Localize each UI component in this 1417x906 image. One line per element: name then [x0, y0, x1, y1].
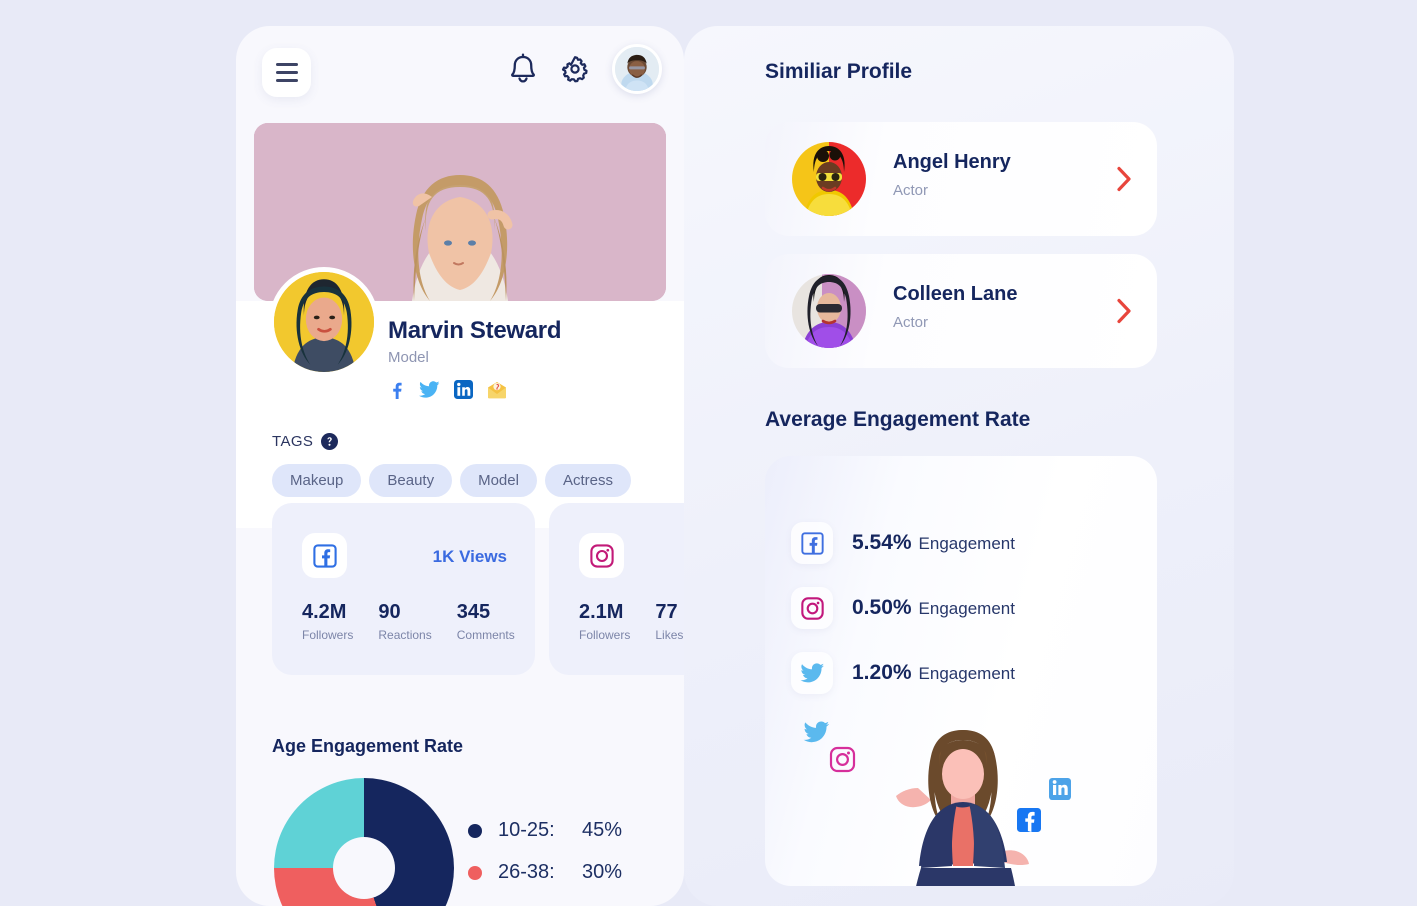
- metric-value: 77: [655, 601, 678, 623]
- engagement-label: Engagement: [918, 534, 1015, 553]
- metric-item: 77 Likes: [655, 601, 683, 642]
- legend-color-dot: [468, 865, 482, 880]
- hamburger-menu-icon: [275, 71, 298, 74]
- metric-value: 2.1M: [579, 601, 624, 623]
- engagement-percent: 1.20%: [852, 661, 912, 684]
- metric-value: 90: [378, 601, 401, 623]
- engagement-percent: 5.54%: [852, 531, 912, 554]
- metric-item: 345 Comments: [457, 601, 515, 642]
- similar-profile-avatar: [792, 142, 866, 216]
- tags-list: Makeup Beauty Model Actress: [272, 464, 631, 497]
- twitter-icon[interactable]: [419, 380, 440, 399]
- facebook-icon[interactable]: [386, 380, 405, 399]
- engagement-row-twitter[interactable]: 1.20% Engagement: [791, 652, 1015, 694]
- engagement-label: Engagement: [918, 664, 1015, 683]
- legend-value: 30%: [582, 861, 623, 883]
- engagement-percent: 0.50%: [852, 596, 912, 619]
- tag-chip[interactable]: Model: [460, 464, 537, 497]
- metric-label: Likes: [655, 628, 684, 642]
- metric-label: Followers: [579, 628, 631, 642]
- profile-info-section: Marvin Steward Model TAGS Makeup Beauty …: [236, 267, 684, 528]
- instagram-square-icon: [579, 533, 624, 578]
- metric-label: Reactions: [378, 628, 432, 642]
- person-with-social-icons-illustration: [785, 702, 1145, 886]
- similar-profile-title: Similiar Profile: [765, 60, 913, 83]
- legend-color-dot: [468, 823, 482, 838]
- donut-center-hole: [333, 837, 395, 899]
- engagement-rate-card: 5.54% Engagement 0.50% Engagement 1.20% Eng…: [765, 456, 1157, 886]
- chevron-right-icon[interactable]: [1116, 298, 1133, 325]
- metric-item: 90 Reactions: [378, 601, 431, 642]
- top-navigation-bar: [236, 26, 684, 122]
- age-chart-legend: 10-25: 45% 26-38: 30%: [468, 819, 622, 903]
- help-question-icon[interactable]: [321, 433, 339, 450]
- metric-label: Followers: [302, 628, 354, 642]
- engagement-label: Engagement: [918, 599, 1015, 618]
- metric-item: 4.2M Followers: [302, 601, 353, 642]
- user-avatar[interactable]: [612, 44, 662, 94]
- metric-item: 2.1M Followers: [579, 601, 630, 642]
- facebook-icon: [1017, 808, 1041, 832]
- legend-item: 26-38: 30%: [468, 861, 622, 884]
- settings-gear-icon[interactable]: [560, 54, 590, 84]
- hamburger-menu-icon: [275, 63, 298, 66]
- twitter-icon: [803, 721, 830, 743]
- chevron-right-icon[interactable]: [1116, 166, 1133, 193]
- tags-label-group: TAGS: [272, 433, 339, 450]
- profile-role: Model: [388, 349, 429, 366]
- engagement-row-facebook[interactable]: 5.54% Engagement: [791, 522, 1015, 564]
- hamburger-menu-button[interactable]: [262, 48, 311, 97]
- profile-panel: Marvin Steward Model TAGS Makeup Beauty …: [236, 26, 684, 906]
- insights-panel: Similiar Profile Angel Henry Actor Colle…: [684, 26, 1234, 906]
- person-figure: [896, 730, 1029, 886]
- similar-profile-name: Angel Henry: [893, 151, 1011, 173]
- facebook-square-icon: [302, 533, 347, 578]
- facebook-metrics: 4.2M Followers 90 Reactions 345 Comments: [302, 601, 515, 642]
- linkedin-icon: [1049, 778, 1071, 800]
- metric-value: 345: [456, 601, 491, 623]
- similar-profile-card[interactable]: Colleen Lane Actor: [765, 254, 1157, 368]
- facebook-square-icon: [791, 522, 833, 564]
- engagement-row-instagram[interactable]: 0.50% Engagement: [791, 587, 1015, 629]
- donut-segments: [274, 778, 454, 906]
- legend-item: 10-25: 45%: [468, 819, 622, 842]
- similar-profile-card[interactable]: Angel Henry Actor: [765, 122, 1157, 236]
- tag-chip[interactable]: Beauty: [369, 464, 453, 497]
- profile-name: Marvin Steward: [388, 317, 562, 344]
- similar-profile-role: Actor: [893, 182, 929, 199]
- instagram-metrics: 2.1M Followers 77 Likes: [579, 601, 683, 642]
- profile-social-links: [386, 380, 507, 399]
- legend-range: 10-25:: [498, 819, 555, 841]
- similar-profile-name: Colleen Lane: [893, 283, 1018, 305]
- instagram-square-icon: [791, 587, 833, 629]
- metric-label: Comments: [456, 628, 515, 642]
- age-engagement-donut-chart: [274, 778, 454, 906]
- instagram-stats-card[interactable]: 2.1M Followers 77 Likes: [549, 503, 684, 675]
- tag-chip[interactable]: Makeup: [272, 464, 362, 497]
- topbar-actions: [508, 44, 662, 94]
- notification-bell-icon[interactable]: [508, 53, 538, 85]
- tag-chip[interactable]: Actress: [544, 464, 631, 497]
- similar-profile-role: Actor: [893, 314, 929, 331]
- platform-stats-row: 1K Views 4.2M Followers 90 Reactions 345…: [272, 503, 684, 675]
- email-icon[interactable]: [487, 381, 507, 399]
- profile-avatar[interactable]: [269, 267, 379, 377]
- metric-value: 4.2M: [302, 601, 347, 623]
- instagram-icon: [829, 746, 856, 773]
- legend-value: 45%: [582, 819, 623, 841]
- facebook-views-count: 1K Views: [432, 547, 507, 566]
- twitter-icon: [791, 652, 833, 694]
- average-engagement-title: Average Engagement Rate: [765, 408, 1031, 431]
- linkedin-icon[interactable]: [454, 380, 473, 399]
- facebook-stats-card[interactable]: 1K Views 4.2M Followers 90 Reactions 345…: [272, 503, 535, 675]
- legend-range: 26-38:: [498, 861, 555, 883]
- similar-profile-avatar: [792, 274, 866, 348]
- age-engagement-title: Age Engagement Rate: [272, 736, 464, 756]
- hamburger-menu-icon: [275, 79, 298, 82]
- tags-label: TAGS: [272, 433, 314, 450]
